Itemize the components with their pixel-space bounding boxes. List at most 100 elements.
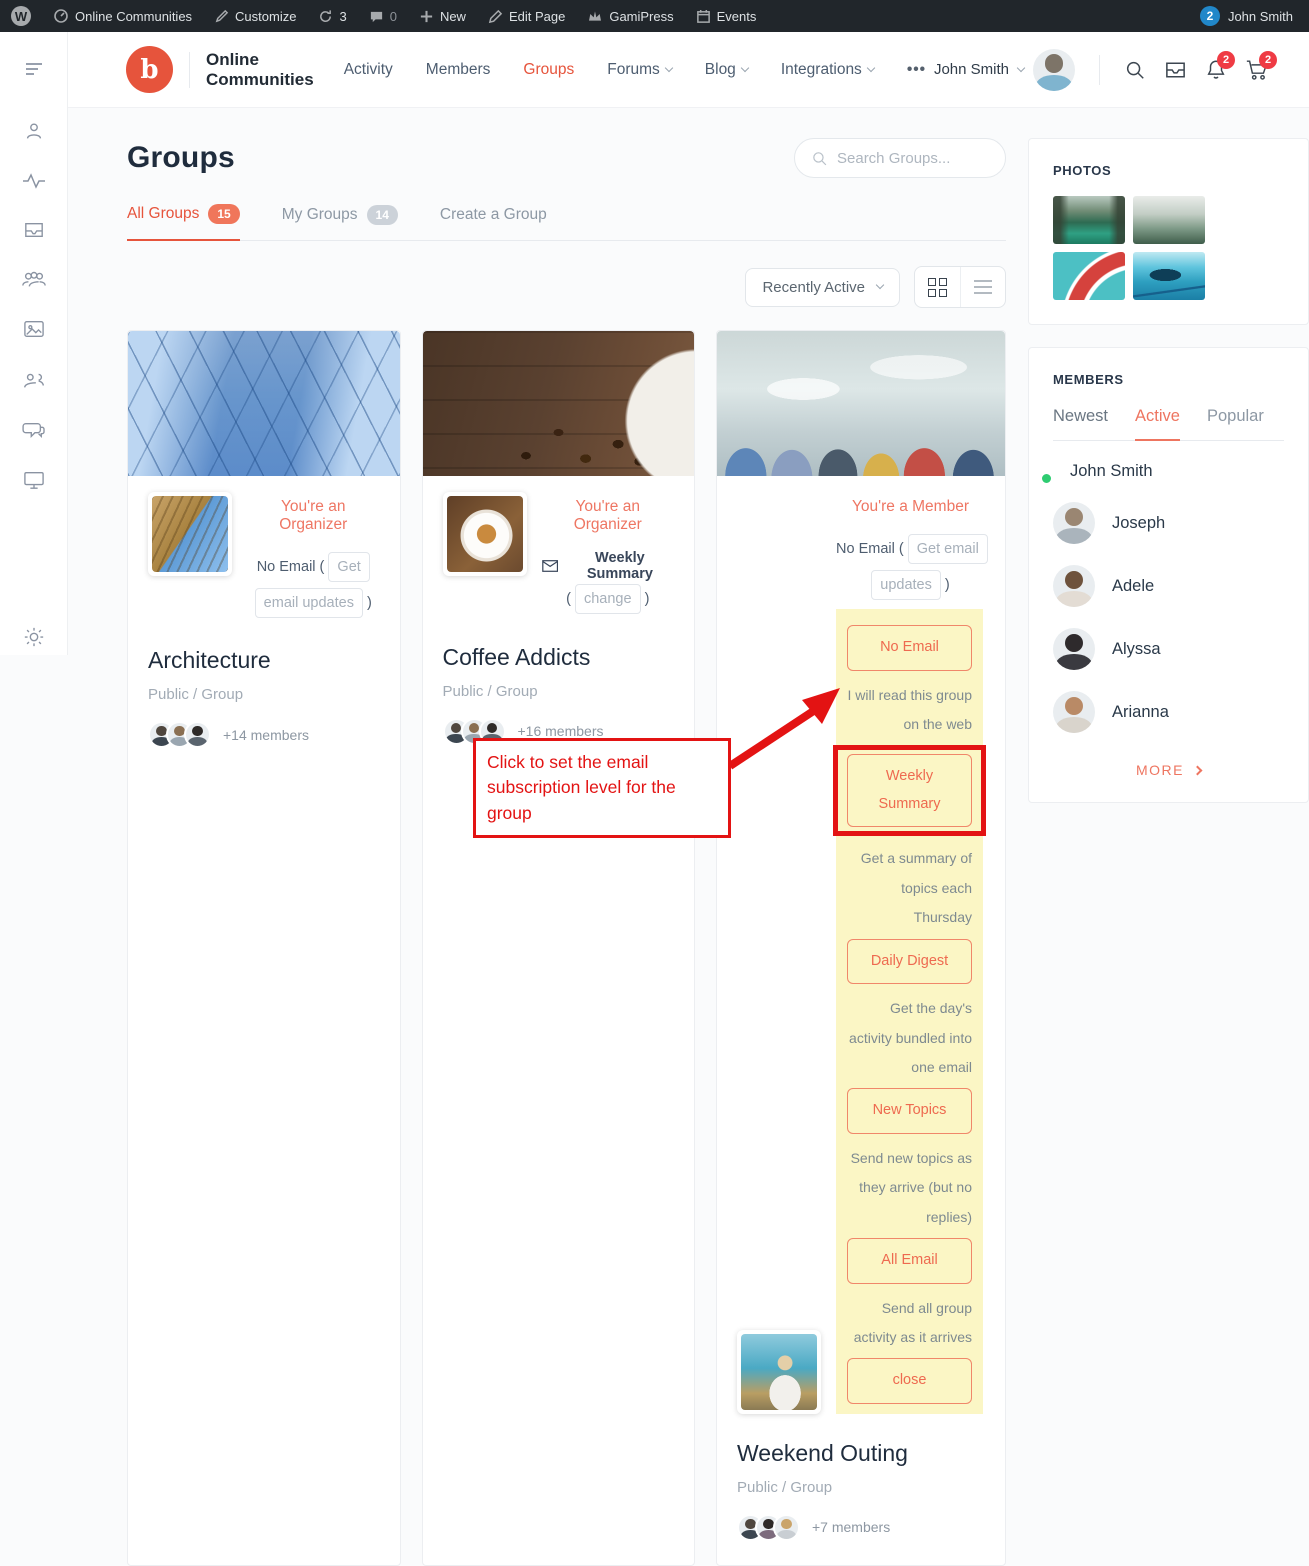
member-row[interactable]: Adele xyxy=(1053,565,1284,607)
connections-icon[interactable] xyxy=(22,370,46,390)
group-card-weekend-outing[interactable]: You're a Member No Email ( Get email upd… xyxy=(716,330,1006,1566)
gamipress-link[interactable]: GamiPress xyxy=(576,0,684,32)
option-daily-digest-button[interactable]: Daily Digest xyxy=(847,939,972,985)
updates-link[interactable]: 3 xyxy=(307,0,357,32)
online-status-dot xyxy=(1040,472,1053,485)
tab-my-groups[interactable]: My Groups 14 xyxy=(282,204,398,240)
customize-link[interactable]: Customize xyxy=(203,0,307,32)
settings-gear-icon[interactable] xyxy=(23,626,45,648)
search-icon[interactable] xyxy=(1124,59,1146,81)
my-groups-count-badge: 14 xyxy=(367,205,398,225)
chevron-down-icon xyxy=(867,63,875,71)
group-card-coffee-addicts[interactable]: You're an Organizer Weekly Summary ( cha… xyxy=(422,330,696,1566)
media-icon[interactable] xyxy=(23,319,45,339)
header-user-menu[interactable]: John Smith xyxy=(934,49,1075,91)
group-name[interactable]: Architecture xyxy=(148,647,380,674)
nav-groups[interactable]: Groups xyxy=(523,61,574,79)
group-members-row[interactable]: +7 members xyxy=(737,1514,985,1541)
members-more-link[interactable]: MORE xyxy=(1053,762,1284,778)
members-tab-popular[interactable]: Popular xyxy=(1207,407,1264,440)
updates-icon xyxy=(318,9,333,24)
nav-members[interactable]: Members xyxy=(426,61,491,79)
pencil-icon xyxy=(488,9,503,24)
display-icon[interactable] xyxy=(23,470,45,490)
menu-toggle-icon[interactable] xyxy=(22,59,46,79)
option-new-topics-button[interactable]: New Topics xyxy=(847,1088,972,1134)
list-view-button[interactable] xyxy=(960,267,1005,307)
chevron-down-icon xyxy=(741,63,749,71)
member-row[interactable]: Arianna xyxy=(1053,691,1284,733)
new-content-link[interactable]: New xyxy=(408,0,477,32)
avatar xyxy=(184,721,211,748)
photo-thumbnail-swimmer[interactable] xyxy=(1133,252,1205,300)
photos-widget: PHOTOS xyxy=(1028,138,1309,325)
site-logo-text[interactable]: Online Communities xyxy=(206,50,314,89)
avatar xyxy=(1053,565,1095,607)
email-subscription-dropdown: No Email I will read this group on the w… xyxy=(836,609,983,1414)
close-dropdown-button[interactable]: close xyxy=(847,1358,972,1404)
sort-dropdown[interactable]: Recently Active xyxy=(745,268,900,307)
admin-user-name[interactable]: John Smith xyxy=(1228,9,1293,24)
photo-thumbnail-foggy-forest[interactable] xyxy=(1133,196,1205,244)
avatar xyxy=(1053,628,1095,670)
group-members-row[interactable]: +14 members xyxy=(148,721,380,748)
forums-chat-icon[interactable] xyxy=(22,420,46,440)
nav-activity[interactable]: Activity xyxy=(344,61,393,79)
inbox-icon[interactable] xyxy=(23,220,45,240)
all-groups-count-badge: 15 xyxy=(208,204,239,224)
activity-icon[interactable] xyxy=(22,172,46,190)
members-tab-newest[interactable]: Newest xyxy=(1053,407,1108,440)
nav-blog[interactable]: Blog xyxy=(705,61,748,79)
member-row[interactable]: Joseph xyxy=(1053,502,1284,544)
annotation-arrow xyxy=(726,686,844,772)
wordpress-logo-icon[interactable]: W xyxy=(0,0,42,32)
edit-page-link[interactable]: Edit Page xyxy=(477,0,576,32)
admin-site-link[interactable]: Online Communities xyxy=(42,0,203,32)
member-row[interactable]: Alyssa xyxy=(1053,628,1284,670)
group-name[interactable]: Coffee Addicts xyxy=(443,644,675,671)
photo-thumbnail-bicycle-wheel[interactable] xyxy=(1053,252,1125,300)
grid-view-button[interactable] xyxy=(915,269,960,306)
option-weekly-summary-button[interactable]: Weekly Summary xyxy=(847,754,972,827)
option-no-email-button[interactable]: No Email xyxy=(847,625,972,671)
page-title: Groups xyxy=(127,141,235,175)
group-name[interactable]: Weekend Outing xyxy=(737,1440,985,1467)
nav-more-ellipsis[interactable]: ••• xyxy=(907,61,926,79)
tab-create-group[interactable]: Create a Group xyxy=(440,204,547,240)
nav-integrations[interactable]: Integrations xyxy=(781,61,874,79)
photos-widget-title: PHOTOS xyxy=(1053,163,1284,178)
members-tab-active[interactable]: Active xyxy=(1135,407,1180,441)
profile-icon[interactable] xyxy=(23,120,45,142)
tab-all-groups[interactable]: All Groups 15 xyxy=(127,204,240,241)
member-row[interactable]: John Smith xyxy=(1053,462,1284,481)
photo-thumbnail-mountain-lake[interactable] xyxy=(1053,196,1125,244)
annotation-highlight-box: Weekly Summary xyxy=(833,745,986,836)
group-cover-image xyxy=(717,331,1005,476)
group-card-architecture[interactable]: You're an Organizer No Email ( Get email… xyxy=(127,330,401,1566)
group-avatar[interactable] xyxy=(443,492,527,576)
avatar xyxy=(773,1514,800,1541)
site-logo-icon[interactable]: b xyxy=(126,46,173,93)
group-type: Public / Group xyxy=(737,1479,985,1496)
member-role-label: You're an Organizer xyxy=(247,498,380,534)
messages-inbox-icon[interactable] xyxy=(1164,59,1187,81)
group-avatar[interactable] xyxy=(148,492,232,576)
members-tabs: Newest Active Popular xyxy=(1053,407,1284,441)
calendar-icon xyxy=(696,9,711,24)
notifications-bell-icon[interactable]: 2 xyxy=(1205,58,1227,81)
cart-icon[interactable]: 2 xyxy=(1245,58,1269,81)
cart-badge: 2 xyxy=(1259,51,1277,69)
group-avatar[interactable] xyxy=(737,1330,821,1414)
change-subscription-link[interactable]: change xyxy=(575,584,641,614)
search-groups-input[interactable]: Search Groups... xyxy=(794,138,1006,178)
group-cover-image xyxy=(423,331,695,476)
option-all-email-button[interactable]: All Email xyxy=(847,1238,972,1284)
brush-icon xyxy=(214,9,229,24)
avatar[interactable] xyxy=(1033,49,1075,91)
chevron-down-icon xyxy=(665,63,673,71)
nav-forums[interactable]: Forums xyxy=(607,61,672,79)
groups-icon[interactable] xyxy=(21,269,47,289)
comments-link[interactable]: 0 xyxy=(358,0,408,32)
avatar xyxy=(1053,502,1095,544)
events-link[interactable]: Events xyxy=(685,0,768,32)
